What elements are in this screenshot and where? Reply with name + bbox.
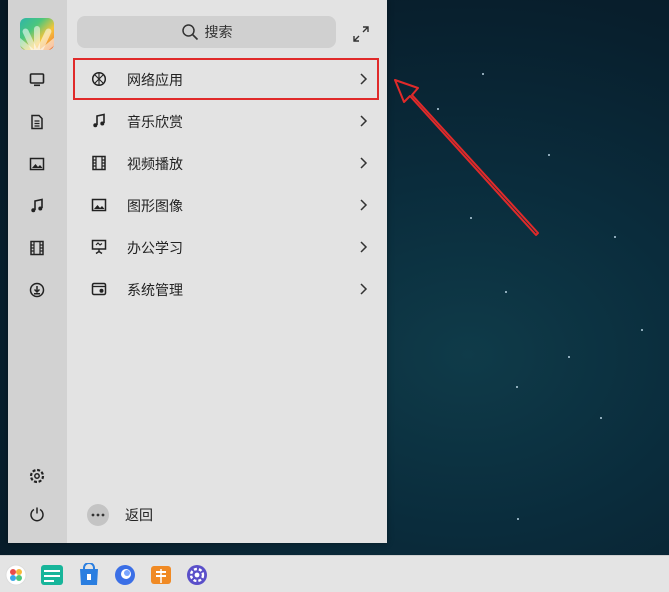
category-video[interactable]: 视频播放 <box>67 142 387 184</box>
sidebar <box>8 0 67 543</box>
chevron-right-icon <box>360 73 368 85</box>
category-list: 网络应用 音乐欣赏 视频播放 图形图像 办公学习 系统管理 <box>67 58 387 310</box>
computer-icon[interactable] <box>27 70 47 90</box>
search-box[interactable]: 搜索 <box>77 16 336 48</box>
browser-icon[interactable] <box>113 563 137 587</box>
music-note-icon <box>89 111 109 131</box>
package-icon[interactable] <box>149 563 173 587</box>
download-icon[interactable] <box>27 280 47 300</box>
category-office[interactable]: 办公学习 <box>67 226 387 268</box>
category-network-apps[interactable]: 网络应用 <box>73 58 379 100</box>
category-system[interactable]: 系统管理 <box>67 268 387 310</box>
presentation-icon <box>89 237 109 257</box>
film-icon[interactable] <box>27 238 47 258</box>
category-label: 网络应用 <box>127 73 183 89</box>
globe-icon <box>89 69 109 89</box>
system-settings-icon <box>89 279 109 299</box>
power-icon[interactable] <box>27 504 47 524</box>
search-label: 搜索 <box>204 25 233 41</box>
image-icon <box>89 195 109 215</box>
taskbar <box>0 555 669 592</box>
film-icon <box>89 153 109 173</box>
chevron-right-icon <box>360 283 368 295</box>
back-button[interactable]: 返回 <box>87 504 153 526</box>
file-manager-icon[interactable] <box>40 563 64 587</box>
document-icon[interactable] <box>27 112 47 132</box>
fullscreen-expand-icon[interactable] <box>351 24 371 44</box>
chevron-right-icon <box>360 199 368 211</box>
category-label: 视频播放 <box>127 157 183 173</box>
category-graphics[interactable]: 图形图像 <box>67 184 387 226</box>
music-icon[interactable] <box>27 196 47 216</box>
category-label: 办公学习 <box>127 241 183 257</box>
chevron-right-icon <box>360 241 368 253</box>
category-label: 图形图像 <box>127 199 183 215</box>
chevron-right-icon <box>360 157 368 169</box>
back-label: 返回 <box>125 508 153 524</box>
category-music[interactable]: 音乐欣赏 <box>67 100 387 142</box>
category-label: 系统管理 <box>127 283 183 299</box>
chevron-right-icon <box>360 115 368 127</box>
image-icon[interactable] <box>27 154 47 174</box>
category-label: 音乐欣赏 <box>127 115 183 131</box>
settings-icon[interactable] <box>27 466 47 486</box>
more-dots-icon <box>87 504 109 526</box>
logo-icon[interactable] <box>20 18 54 50</box>
start-menu: 搜索 网络应用 音乐欣赏 视频播放 图形图像 办公学习 系统管理 返回 <box>8 0 387 543</box>
search-icon <box>181 24 198 41</box>
settings-icon[interactable] <box>185 563 209 587</box>
menu-main-panel: 搜索 网络应用 音乐欣赏 视频播放 图形图像 办公学习 系统管理 返回 <box>67 0 387 543</box>
app-store-icon[interactable] <box>77 562 101 587</box>
start-menu-icon[interactable] <box>4 563 28 587</box>
